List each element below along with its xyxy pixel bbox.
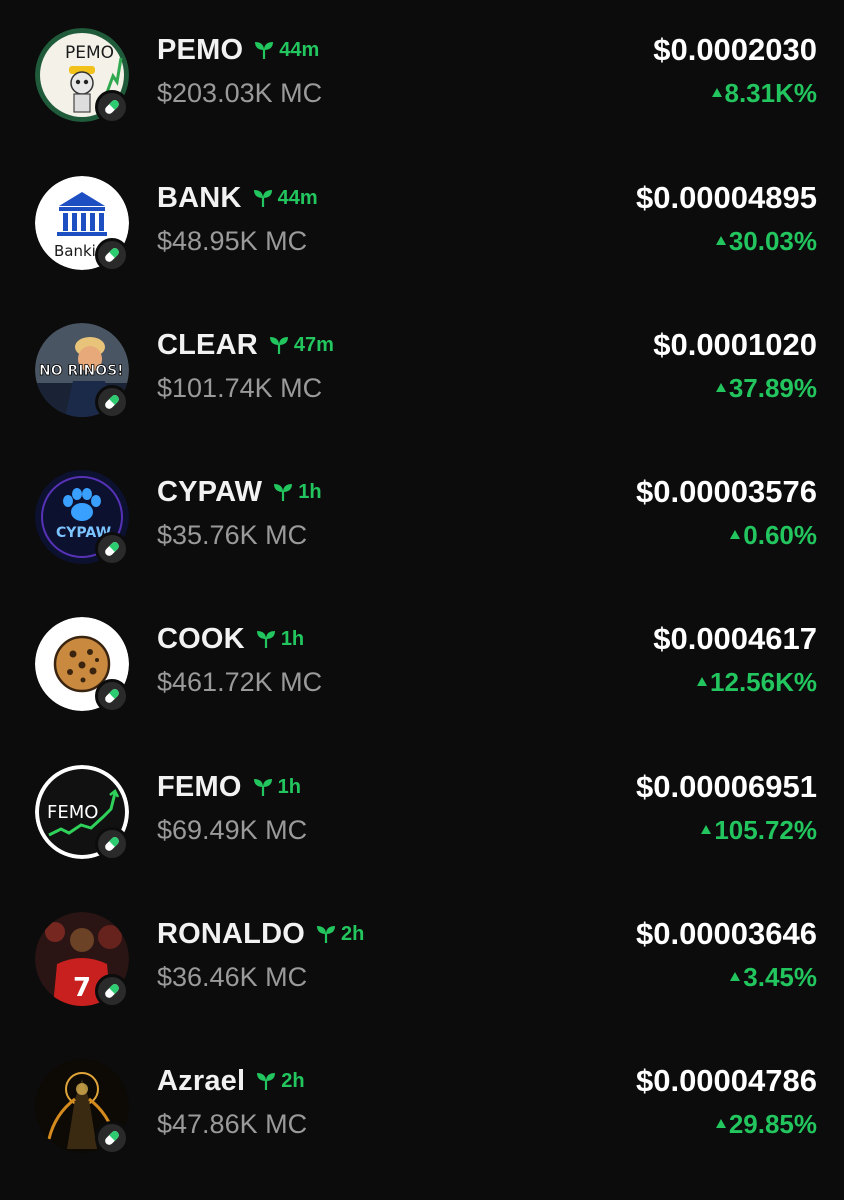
sprout-icon [255,629,277,649]
token-age: 2h [281,1069,305,1092]
price-change: 3.45% [730,962,817,993]
sprout-icon [252,188,274,208]
price-change: 29.85% [715,1109,817,1140]
token-name: BANK [157,181,242,214]
token-name: RONALDO [157,917,306,950]
pill-badge-icon [95,238,129,272]
token-row-clear[interactable]: NO RINOS! CLEAR 47m $101.74K MC $0.00010… [0,323,844,453]
sprout-icon [255,1071,277,1091]
svg-text:FEMO: FEMO [47,802,98,823]
up-arrow-icon [711,88,722,97]
price-change: 37.89% [715,373,817,404]
token-age: 1h [277,775,301,798]
pill-badge-icon [95,827,129,861]
token-price: $0.00006951 [635,769,817,804]
up-arrow-icon [730,972,741,981]
market-cap: $101.74K MC [157,373,323,403]
market-cap: $203.03K MC [157,78,323,108]
market-cap: $35.76K MC [157,520,308,550]
svg-text:7: 7 [73,973,91,1003]
pill-badge-icon [95,90,129,124]
up-arrow-icon [715,1119,726,1128]
market-cap: $36.46K MC [157,962,308,992]
sprout-icon [272,482,294,502]
svg-text:NO RINOS!: NO RINOS! [39,363,124,379]
token-price: $0.00003576 [635,474,817,509]
token-name: COOK [157,622,245,655]
price-change: 0.60% [730,520,817,551]
market-cap: $69.49K MC [157,815,308,845]
token-name: CYPAW [157,475,263,508]
token-price: $0.0001020 [653,327,817,362]
token-price: $0.00003646 [635,916,817,951]
token-row-azrael[interactable]: Azrael 2h $47.86K MC $0.00004786 29.85% [0,1059,844,1189]
token-list: PEMO PEMO 44m $203.03K MC $0.0002030 8.3… [0,0,844,1200]
token-row-bank[interactable]: Bankin BANK 44m $48.95K MC $0.00004895 3… [0,176,844,306]
price-change: 105.72% [701,815,817,846]
token-row-cook[interactable]: COOK 1h $461.72K MC $0.0004617 12.56K% [0,617,844,747]
token-age: 44m [277,186,318,209]
price-change: 8.31K% [711,78,817,109]
market-cap: $47.86K MC [157,1109,308,1139]
token-row-femo[interactable]: FEMO FEMO 1h $69.49K MC $0.00006951 105.… [0,765,844,895]
price-change: 12.56K% [697,667,817,698]
up-arrow-icon [715,236,726,245]
pill-badge-icon [95,974,129,1008]
token-name: PEMO [157,33,244,66]
up-arrow-icon [701,825,712,834]
market-cap: $461.72K MC [157,667,323,697]
token-name: FEMO [157,770,242,803]
token-age: 2h [341,922,365,945]
up-arrow-icon [715,383,726,392]
token-age: 1h [280,627,305,650]
token-price: $0.0004617 [653,621,817,656]
market-cap: $48.95K MC [157,226,308,256]
pill-badge-icon [95,385,129,419]
sprout-icon [253,40,275,60]
token-price: $0.00004786 [635,1063,817,1098]
token-age: 1h [298,480,322,503]
token-row-cypaw[interactable]: CYPAW CYPAW 1h $35.76K MC $0.00003576 0.… [0,470,844,600]
token-row-pemo[interactable]: PEMO PEMO 44m $203.03K MC $0.0002030 8.3… [0,28,844,158]
token-name: Azrael [157,1064,246,1097]
sprout-icon [268,335,290,355]
pill-badge-icon [95,532,129,566]
token-price: $0.00004895 [635,180,817,215]
up-arrow-icon [730,530,741,539]
token-row-ronaldo[interactable]: 7 RONALDO 2h $36.46K MC $0.00003646 3.45… [0,912,844,1042]
price-change: 30.03% [715,226,817,257]
sprout-icon [252,777,274,797]
pill-badge-icon [95,679,129,713]
up-arrow-icon [697,677,708,686]
svg-text:PEMO: PEMO [65,43,114,63]
token-age: 44m [279,38,320,61]
token-age: 47m [293,333,334,356]
pill-badge-icon [95,1121,129,1155]
sprout-icon [315,924,337,944]
token-name: CLEAR [157,328,258,361]
token-price: $0.0002030 [653,32,817,67]
